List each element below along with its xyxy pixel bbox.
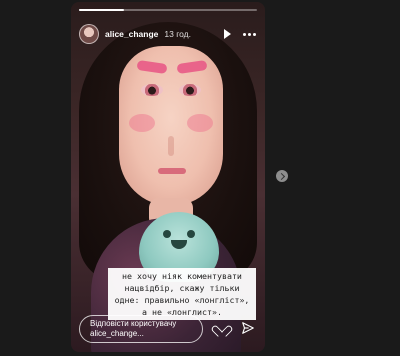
caption-line: одне: правильно «лонгліст»,: [114, 295, 250, 305]
next-story-button[interactable]: [276, 170, 288, 182]
chevron-right-icon: [277, 172, 286, 180]
story-progress-fill: [79, 9, 124, 11]
caption-line: нацвідбір, скажу тільки: [124, 283, 240, 293]
username[interactable]: alice_change: [105, 29, 158, 39]
story-actions: [215, 321, 255, 335]
reply-placeholder: Відповісти користувачу: [90, 319, 177, 328]
avatar[interactable]: [79, 24, 99, 44]
caption-line: не хочу ніяк коментувати: [122, 271, 242, 281]
story-caption: не хочу ніяк коментувати нацвідбір, скаж…: [108, 268, 256, 320]
more-icon[interactable]: [241, 26, 257, 42]
send-icon[interactable]: [241, 321, 255, 335]
reply-input[interactable]: Відповісти користувачу alice_change...: [79, 315, 203, 343]
face-illustration: [119, 46, 223, 206]
reply-placeholder: alice_change...: [90, 329, 144, 338]
story-header: alice_change 13 год.: [79, 22, 257, 46]
story-viewer[interactable]: alice_change 13 год. не хочу ніяк комент…: [71, 2, 265, 352]
time-ago: 13 год.: [164, 29, 191, 39]
play-icon[interactable]: [219, 26, 235, 42]
story-progress-bar: [79, 9, 257, 11]
heart-icon[interactable]: [215, 321, 229, 333]
